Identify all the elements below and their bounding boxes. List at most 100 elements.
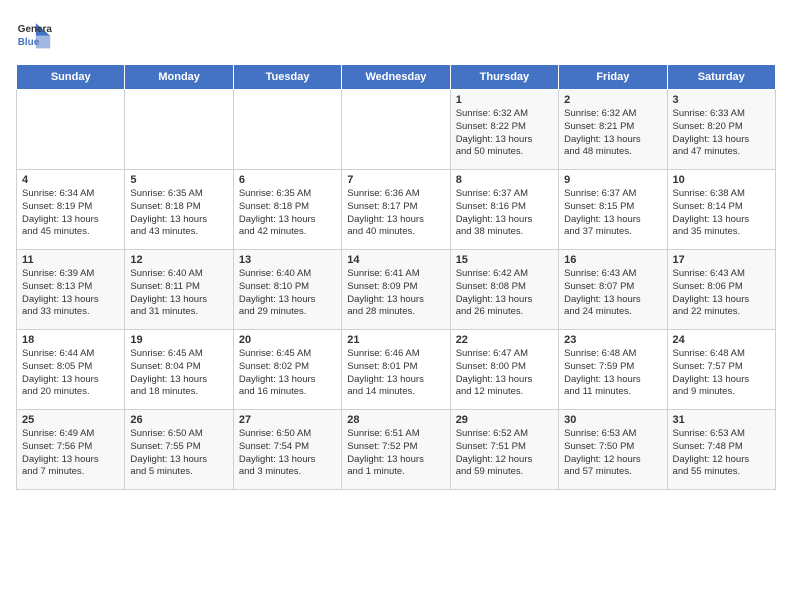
day-number: 5 xyxy=(130,174,227,186)
day-info: Sunrise: 6:33 AM xyxy=(673,108,770,121)
day-info: Daylight: 13 hours xyxy=(239,214,336,227)
day-info: Sunrise: 6:51 AM xyxy=(347,428,444,441)
day-info: Daylight: 13 hours xyxy=(130,374,227,387)
day-info: Sunrise: 6:34 AM xyxy=(22,188,119,201)
day-info: and 5 minutes. xyxy=(130,466,227,479)
day-info: and 37 minutes. xyxy=(564,226,661,239)
calendar-cell: 30Sunrise: 6:53 AMSunset: 7:50 PMDayligh… xyxy=(559,410,667,490)
day-info: Sunset: 8:00 PM xyxy=(456,361,553,374)
calendar-cell: 4Sunrise: 6:34 AMSunset: 8:19 PMDaylight… xyxy=(17,170,125,250)
day-info: Daylight: 13 hours xyxy=(564,374,661,387)
day-info: Daylight: 13 hours xyxy=(673,214,770,227)
day-number: 10 xyxy=(673,174,770,186)
calendar-cell: 28Sunrise: 6:51 AMSunset: 7:52 PMDayligh… xyxy=(342,410,450,490)
day-info: Sunrise: 6:53 AM xyxy=(673,428,770,441)
calendar-week-row: 4Sunrise: 6:34 AMSunset: 8:19 PMDaylight… xyxy=(17,170,776,250)
calendar-cell: 9Sunrise: 6:37 AMSunset: 8:15 PMDaylight… xyxy=(559,170,667,250)
column-header-monday: Monday xyxy=(125,65,233,90)
day-info: and 35 minutes. xyxy=(673,226,770,239)
calendar-cell xyxy=(125,90,233,170)
day-info: Daylight: 13 hours xyxy=(456,294,553,307)
day-info: Sunrise: 6:41 AM xyxy=(347,268,444,281)
day-info: Sunrise: 6:52 AM xyxy=(456,428,553,441)
day-info: and 45 minutes. xyxy=(22,226,119,239)
day-info: Sunrise: 6:43 AM xyxy=(673,268,770,281)
day-number: 30 xyxy=(564,414,661,426)
day-info: Sunrise: 6:35 AM xyxy=(239,188,336,201)
day-info: Sunset: 7:50 PM xyxy=(564,441,661,454)
day-number: 29 xyxy=(456,414,553,426)
day-info: Sunset: 8:16 PM xyxy=(456,201,553,214)
column-header-sunday: Sunday xyxy=(17,65,125,90)
day-info: Sunset: 8:19 PM xyxy=(22,201,119,214)
column-header-friday: Friday xyxy=(559,65,667,90)
day-info: Sunset: 7:51 PM xyxy=(456,441,553,454)
day-info: Sunrise: 6:40 AM xyxy=(130,268,227,281)
day-info: Sunset: 8:18 PM xyxy=(130,201,227,214)
day-info: Daylight: 13 hours xyxy=(22,454,119,467)
logo: General Blue xyxy=(16,16,52,52)
calendar-table: SundayMondayTuesdayWednesdayThursdayFrid… xyxy=(16,64,776,490)
day-info: Sunset: 7:48 PM xyxy=(673,441,770,454)
calendar-cell xyxy=(233,90,341,170)
calendar-cell: 22Sunrise: 6:47 AMSunset: 8:00 PMDayligh… xyxy=(450,330,558,410)
calendar-cell: 3Sunrise: 6:33 AMSunset: 8:20 PMDaylight… xyxy=(667,90,775,170)
calendar-cell: 31Sunrise: 6:53 AMSunset: 7:48 PMDayligh… xyxy=(667,410,775,490)
day-number: 11 xyxy=(22,254,119,266)
column-header-saturday: Saturday xyxy=(667,65,775,90)
calendar-cell: 15Sunrise: 6:42 AMSunset: 8:08 PMDayligh… xyxy=(450,250,558,330)
day-number: 24 xyxy=(673,334,770,346)
calendar-cell: 27Sunrise: 6:50 AMSunset: 7:54 PMDayligh… xyxy=(233,410,341,490)
calendar-week-row: 25Sunrise: 6:49 AMSunset: 7:56 PMDayligh… xyxy=(17,410,776,490)
day-info: and 9 minutes. xyxy=(673,386,770,399)
day-number: 27 xyxy=(239,414,336,426)
day-info: and 11 minutes. xyxy=(564,386,661,399)
day-info: Sunset: 8:11 PM xyxy=(130,281,227,294)
day-info: Sunset: 8:08 PM xyxy=(456,281,553,294)
calendar-cell: 24Sunrise: 6:48 AMSunset: 7:57 PMDayligh… xyxy=(667,330,775,410)
day-number: 19 xyxy=(130,334,227,346)
day-number: 14 xyxy=(347,254,444,266)
day-info: Sunset: 8:13 PM xyxy=(22,281,119,294)
day-info: Daylight: 13 hours xyxy=(239,294,336,307)
day-info: and 22 minutes. xyxy=(673,306,770,319)
day-info: Sunrise: 6:37 AM xyxy=(564,188,661,201)
day-info: Sunset: 8:15 PM xyxy=(564,201,661,214)
calendar-cell: 14Sunrise: 6:41 AMSunset: 8:09 PMDayligh… xyxy=(342,250,450,330)
day-info: Daylight: 13 hours xyxy=(456,214,553,227)
day-info: Daylight: 12 hours xyxy=(673,454,770,467)
day-number: 12 xyxy=(130,254,227,266)
calendar-cell xyxy=(17,90,125,170)
day-info: Daylight: 13 hours xyxy=(673,374,770,387)
day-info: Daylight: 13 hours xyxy=(456,134,553,147)
svg-text:Blue: Blue xyxy=(18,37,40,48)
day-info: Sunrise: 6:44 AM xyxy=(22,348,119,361)
calendar-cell: 12 Sunrise: 6:40 AMSunset: 8:11 PMDayligh… xyxy=(125,250,233,330)
column-header-thursday: Thursday xyxy=(450,65,558,90)
day-info: Daylight: 13 hours xyxy=(456,374,553,387)
day-info: and 14 minutes. xyxy=(347,386,444,399)
calendar-cell xyxy=(342,90,450,170)
day-info: Sunrise: 6:46 AM xyxy=(347,348,444,361)
header: General Blue xyxy=(16,16,776,52)
day-info: Sunset: 8:22 PM xyxy=(456,121,553,134)
day-info: Daylight: 13 hours xyxy=(130,294,227,307)
day-number: 8 xyxy=(456,174,553,186)
day-info: Sunrise: 6:40 AM xyxy=(239,268,336,281)
days-header-row: SundayMondayTuesdayWednesdayThursdayFrid… xyxy=(17,65,776,90)
day-info: Sunrise: 6:32 AM xyxy=(564,108,661,121)
day-info: Daylight: 13 hours xyxy=(239,454,336,467)
day-info: Sunrise: 6:42 AM xyxy=(456,268,553,281)
day-number: 22 xyxy=(456,334,553,346)
day-info: Daylight: 13 hours xyxy=(347,214,444,227)
calendar-cell: 16Sunrise: 6:43 AMSunset: 8:07 PMDayligh… xyxy=(559,250,667,330)
day-info: Sunrise: 6:49 AM xyxy=(22,428,119,441)
day-info: Sunrise: 6:50 AM xyxy=(130,428,227,441)
day-info: Daylight: 13 hours xyxy=(347,374,444,387)
day-number: 6 xyxy=(239,174,336,186)
day-info: Daylight: 13 hours xyxy=(347,454,444,467)
day-info: Sunrise: 6:45 AM xyxy=(239,348,336,361)
day-info: Sunset: 8:10 PM xyxy=(239,281,336,294)
day-info: and 31 minutes. xyxy=(130,306,227,319)
day-info: Sunset: 8:04 PM xyxy=(130,361,227,374)
